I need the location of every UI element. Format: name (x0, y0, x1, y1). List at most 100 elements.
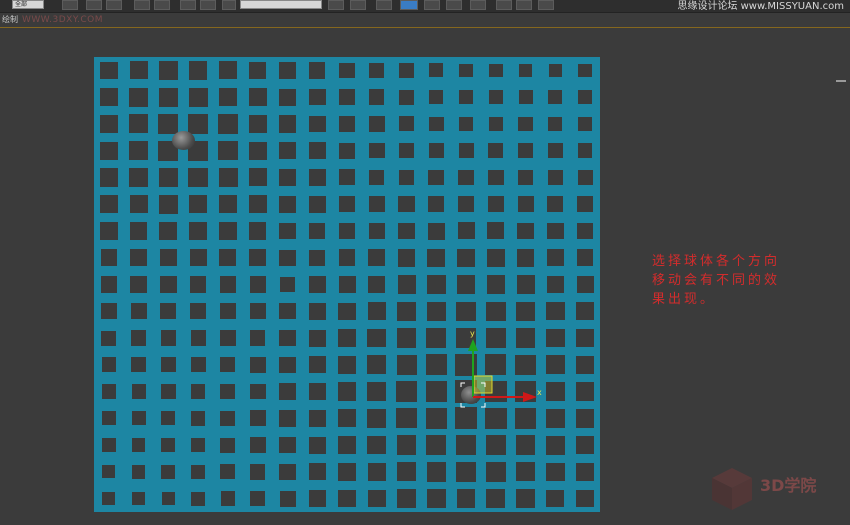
plane-hole (248, 61, 267, 80)
plane-hole (369, 62, 385, 78)
plane-hole (458, 116, 474, 132)
plane-hole (396, 435, 417, 455)
rotate-icon[interactable] (106, 0, 122, 10)
gizmo-x-arrowhead[interactable] (523, 392, 537, 402)
percent-snap-icon[interactable] (180, 0, 196, 10)
gizmo-y-label: y (470, 329, 475, 338)
plane-hole (486, 301, 506, 321)
curve-editor-icon[interactable] (424, 0, 440, 10)
annotation-note: 选择球体各个方向 移动会有不同的效 果出现。 (652, 252, 802, 309)
graphite-ribbon-icon[interactable] (400, 0, 418, 10)
angle-snap-icon[interactable] (154, 0, 170, 10)
selection-filter-dropdown[interactable]: 全部 (12, 0, 44, 9)
plane-hole (161, 491, 176, 506)
plane-hole (546, 275, 565, 294)
plane-hole (428, 169, 445, 186)
plane-hole (428, 143, 444, 159)
plane-hole (545, 381, 566, 402)
plane-hole (279, 356, 296, 374)
schematic-view-icon[interactable] (446, 0, 462, 10)
plane-hole (517, 169, 534, 186)
plane-hole (249, 276, 266, 293)
plane-hole (458, 143, 474, 159)
plane-hole (338, 249, 356, 266)
plane-hole (457, 248, 475, 267)
plane-hole (278, 195, 296, 213)
plane-hole (189, 249, 207, 267)
perforated-plane[interactable] (94, 57, 600, 512)
plane-hole (516, 301, 536, 321)
spinner-snap-icon[interactable] (200, 0, 216, 10)
plane-hole (396, 328, 417, 348)
plane-hole (455, 434, 477, 456)
sphere-object[interactable] (172, 131, 195, 150)
plane-hole (486, 489, 506, 508)
plane-hole (219, 222, 237, 240)
plane-hole (100, 276, 117, 293)
plane-hole (427, 275, 446, 294)
named-selection-set-dropdown[interactable] (240, 0, 322, 9)
material-editor-icon[interactable] (470, 0, 486, 10)
render-icon[interactable] (538, 0, 554, 10)
plane-hole (102, 492, 116, 506)
plane-hole (396, 381, 417, 402)
plane-hole (279, 410, 296, 427)
plane-hole (399, 116, 414, 132)
viewport-label[interactable]: 绘制 (2, 13, 18, 27)
plane-hole (309, 196, 326, 213)
plane-hole (575, 355, 595, 374)
plane-hole (131, 491, 146, 506)
render-setup-icon[interactable] (496, 0, 512, 10)
rendered-frame-window-icon[interactable] (516, 0, 532, 10)
plane-hole (546, 462, 565, 482)
mirror-icon[interactable] (328, 0, 344, 10)
plane-hole (248, 114, 267, 134)
plane-hole (100, 249, 118, 267)
plane-hole (308, 436, 326, 454)
plane-hole (337, 355, 357, 374)
plane-hole (429, 116, 444, 132)
plane-hole (545, 355, 566, 375)
gizmo-xy-plane-handle[interactable] (473, 375, 493, 394)
layer-manager-icon[interactable] (376, 0, 392, 10)
plane-hole (218, 195, 238, 214)
plane-hole (249, 303, 266, 320)
move-icon[interactable] (86, 0, 102, 10)
plane-hole (339, 89, 355, 106)
plane-hole (457, 222, 475, 240)
plane-hole (308, 88, 326, 106)
plane-hole (220, 357, 236, 373)
3d-college-logo-text: 3D学院 (760, 476, 817, 495)
plane-hole (250, 490, 266, 507)
plane-hole (309, 249, 326, 266)
select-icon[interactable] (62, 0, 78, 10)
annotation-line: 移动会有不同的效 (652, 273, 781, 288)
plane-hole (396, 408, 417, 429)
plane-hole (278, 115, 297, 133)
plane-hole (220, 383, 236, 400)
plane-hole (516, 275, 535, 294)
plane-hole (130, 249, 148, 267)
plane-hole (518, 116, 533, 132)
plane-hole (131, 465, 146, 479)
plane-hole (578, 116, 593, 131)
plane-hole (397, 249, 416, 267)
plane-hole (308, 302, 326, 320)
plane-hole (220, 410, 236, 426)
plane-hole (249, 249, 266, 267)
plane-hole (100, 222, 118, 240)
align-icon[interactable] (350, 0, 366, 10)
plane-hole (485, 434, 507, 456)
gizmo-y-arrowhead[interactable] (468, 339, 478, 351)
move-gizmo[interactable]: y x (455, 325, 545, 408)
plane-hole (426, 434, 447, 456)
plane-hole (399, 143, 414, 159)
plane-hole (577, 222, 594, 240)
plane-hole (369, 89, 385, 105)
viewcube-stub[interactable] (836, 80, 846, 82)
snap-icon[interactable] (134, 0, 150, 10)
edit-named-selection-icon[interactable] (222, 0, 236, 10)
plane-hole (308, 329, 326, 347)
plane-hole (426, 489, 446, 508)
plane-hole (249, 383, 266, 400)
